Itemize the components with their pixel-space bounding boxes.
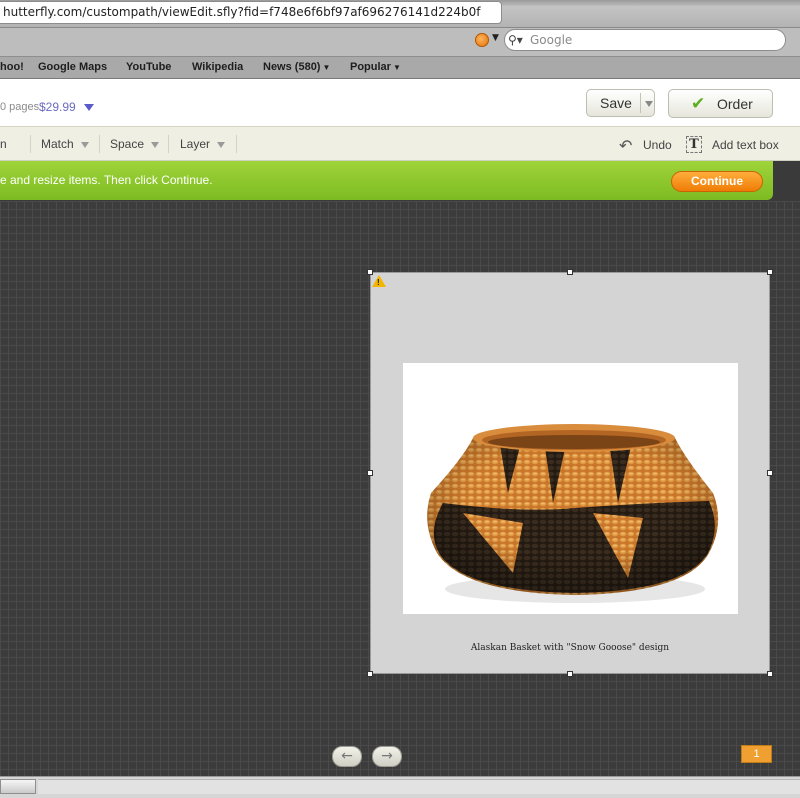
search-icon[interactable]: ⚲▾	[508, 33, 530, 47]
editor-toolbar: n Match Space Layer	[0, 127, 800, 161]
resize-handle[interactable]	[567, 269, 573, 275]
bookmark-popular[interactable]: Popular ▼	[350, 61, 401, 73]
warning-mark: !	[377, 278, 380, 287]
instruction-text: e and resize items. Then click Continue.	[0, 173, 213, 187]
basket-photo[interactable]	[403, 363, 738, 614]
text-box-icon[interactable]: T	[686, 136, 702, 153]
bookmark-label: News (580)	[263, 61, 321, 73]
undo-button[interactable]: Undo	[643, 138, 672, 152]
bookmark-label: YouTube	[126, 61, 172, 73]
bookmark-news[interactable]: News (580) ▼	[263, 61, 330, 73]
resize-handle[interactable]	[567, 671, 573, 677]
photo-caption[interactable]: Alaskan Basket with "Snow Gooose" design	[440, 643, 700, 653]
save-divider	[640, 93, 641, 113]
save-button[interactable]: Save	[586, 89, 655, 117]
chevron-down-icon[interactable]: ▼	[492, 33, 499, 43]
chevron-down-icon: ▼	[322, 63, 331, 72]
order-label: Order	[717, 96, 753, 112]
save-label: Save	[600, 95, 632, 111]
previous-page-button[interactable]: ←	[332, 746, 362, 767]
bookmark-label: Google Maps	[38, 61, 108, 73]
price-dropdown-icon[interactable]	[84, 104, 94, 111]
toolbar-label: Space	[110, 137, 145, 151]
order-button[interactable]: ✔ Order	[668, 89, 773, 118]
resize-handle[interactable]	[767, 470, 773, 476]
bookmark-wikipedia[interactable]: Wikipedia	[192, 61, 243, 73]
toolbar-divider	[168, 135, 169, 153]
rss-feed-icon[interactable]	[475, 33, 489, 47]
toolbar-label: Match	[41, 137, 74, 151]
next-page-button[interactable]: →	[372, 746, 402, 767]
toolbar-divider	[30, 135, 31, 153]
scrollbar-thumb[interactable]	[0, 779, 36, 794]
toolbar-match-menu[interactable]: Match	[41, 137, 89, 151]
add-text-box-button[interactable]: Add text box	[712, 138, 779, 152]
price-link[interactable]: $29.99	[39, 100, 76, 114]
chevron-down-icon: ▼	[392, 63, 401, 72]
resize-handle[interactable]	[767, 269, 773, 275]
checkmark-icon: ✔	[691, 94, 706, 113]
bookmark-label: Wikipedia	[192, 61, 244, 73]
toolbar-label: n	[0, 137, 7, 151]
toolbar-space-menu[interactable]: Space	[110, 137, 160, 151]
chevron-down-icon	[217, 141, 226, 148]
page-number-badge[interactable]: 1	[741, 745, 772, 763]
chevron-down-icon	[151, 141, 160, 148]
bookmark-yahoo[interactable]: hoo!	[0, 61, 24, 73]
resize-handle[interactable]	[367, 671, 373, 677]
undo-icon[interactable]: ↶	[619, 136, 632, 155]
resize-handle[interactable]	[767, 671, 773, 677]
url-field[interactable]: hutterfly.com/custompath/viewEdit.sfly?f…	[0, 1, 502, 24]
bookmarks-bar: hoo! Google Maps YouTube Wikipedia News …	[0, 57, 800, 79]
search-input[interactable]	[530, 31, 770, 49]
bookmark-label: Popular	[350, 61, 391, 73]
chevron-down-icon	[80, 141, 89, 148]
continue-button[interactable]: Continue	[671, 171, 763, 192]
toolbar-layer-menu[interactable]: Layer	[180, 137, 226, 151]
bookmark-label: hoo!	[0, 61, 24, 73]
resize-handle[interactable]	[367, 470, 373, 476]
bookmark-google-maps[interactable]: Google Maps	[38, 61, 107, 73]
toolbar-divider	[236, 135, 237, 153]
bookmark-youtube[interactable]: YouTube	[126, 61, 171, 73]
toolbar-align-menu[interactable]: n	[0, 137, 7, 151]
basket-image	[427, 424, 719, 603]
scrollbar-track[interactable]	[38, 779, 800, 794]
toolbar-label: Layer	[180, 137, 211, 151]
toolbar-divider	[99, 135, 100, 153]
save-dropdown-icon[interactable]	[645, 101, 653, 107]
pages-count: 0 pages	[0, 101, 40, 113]
